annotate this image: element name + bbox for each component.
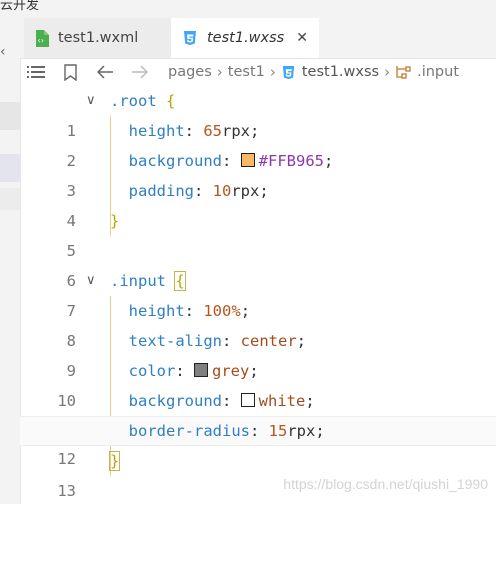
tab-label: test1.wxml [58,30,139,46]
activity-sidebar [0,58,21,504]
css-property: height [128,122,185,140]
line-number: 13 [57,482,76,500]
css-color-value: #FFB965 [258,152,324,170]
code-line[interactable]: 8 height: 100%; [20,296,496,350]
css-property: text-align [128,332,222,350]
tab-label: test1.wxss [207,30,285,46]
code-line[interactable]: 13 } [20,446,496,500]
code-line[interactable]: 5 } [20,206,496,260]
code-line-current[interactable]: 12 border-radius: 15rpx; [20,416,496,468]
code-line[interactable]: 4 padding: 10rpx; [20,176,496,230]
close-brace: } [110,212,120,230]
color-swatch[interactable] [240,393,255,407]
css-file-icon [182,30,198,46]
breadcrumb: pages › test1 › test1.wxss › .input [20,58,496,86]
css-keyword-value: white [258,392,306,410]
css-keyword-value: center [240,332,297,350]
code-editor[interactable]: 1 ∨ .root { 2 height: 65rpx; 3 backgroun… [20,86,496,504]
breadcrumb-item-pages[interactable]: pages [168,64,212,80]
back-arrow-icon[interactable] [97,65,114,79]
css-unit: rpx [287,422,316,440]
css-property: padding [128,182,194,200]
css-number: 15 [268,422,288,440]
wxml-file-icon: ‹› [35,29,49,47]
tab-test1-wxml[interactable]: ‹› test1.wxml [24,18,171,58]
close-tab-icon[interactable]: ✕ [296,30,308,46]
css-selector: .input [110,272,166,290]
breadcrumb-item-symbol[interactable]: .input [417,64,459,80]
breadcrumb-item-file[interactable]: test1.wxss [302,64,379,80]
css-number: 10 [212,182,232,200]
sidebar-item-selected[interactable] [0,154,20,182]
forward-arrow-icon[interactable] [131,65,148,79]
open-brace: { [174,271,186,291]
editor-tab-bar: ‹ ‹› test1.wxml test1.wxss ✕ [0,18,496,60]
code-line[interactable]: 6 [20,236,496,290]
css-unit: % [231,302,241,320]
css-property: background [128,152,222,170]
code-line[interactable]: 3 background: #FFB965; [20,146,496,200]
code-line[interactable]: 7 ∨ .input { [20,266,496,320]
css-property: border-radius [128,422,250,440]
window-title: 云开发 [0,0,40,13]
chevron-right-icon: › [216,63,223,81]
fold-chevron-icon[interactable]: ∨ [86,86,96,116]
fold-chevron-icon[interactable]: ∨ [86,266,96,296]
watermark: https://blog.csdn.net/qiushi_1990 [283,476,488,492]
css-number: 65 [203,122,223,140]
color-swatch[interactable] [194,363,209,377]
chevron-right-icon: › [269,63,276,81]
close-brace: } [108,451,121,471]
css-keyword-value: grey [212,362,250,380]
css-selector-icon [395,65,412,80]
open-brace: { [166,92,176,110]
css-property: color [128,362,176,380]
code-line[interactable]: 1 ∨ .root { [20,86,496,140]
css-unit: rpx [231,182,260,200]
bookmark-icon[interactable] [64,63,77,81]
css-property: background [128,392,222,410]
code-line[interactable]: 2 height: 65rpx; [20,116,496,170]
chevron-right-icon: › [384,63,391,81]
code-line[interactable]: 10 color: grey; [20,356,496,410]
css-selector: .root [110,92,157,110]
title-bar: 云开发 [0,0,496,18]
color-swatch[interactable] [240,153,255,167]
css-unit: rpx [222,122,251,140]
code-line[interactable]: 9 text-align: center; [20,326,496,380]
css-number: 100 [203,302,232,320]
sidebar-item[interactable] [0,102,20,130]
sidebar-item[interactable] [0,188,20,210]
css-property: height [128,302,185,320]
breadcrumb-item-test1[interactable]: test1 [228,64,265,80]
svg-text:‹›: ‹› [38,36,44,45]
css-file-icon [281,65,296,80]
code-line[interactable]: 11 background: white; [20,386,496,440]
outline-list-icon[interactable] [27,65,45,79]
tab-test1-wxss[interactable]: test1.wxss ✕ [171,18,319,58]
